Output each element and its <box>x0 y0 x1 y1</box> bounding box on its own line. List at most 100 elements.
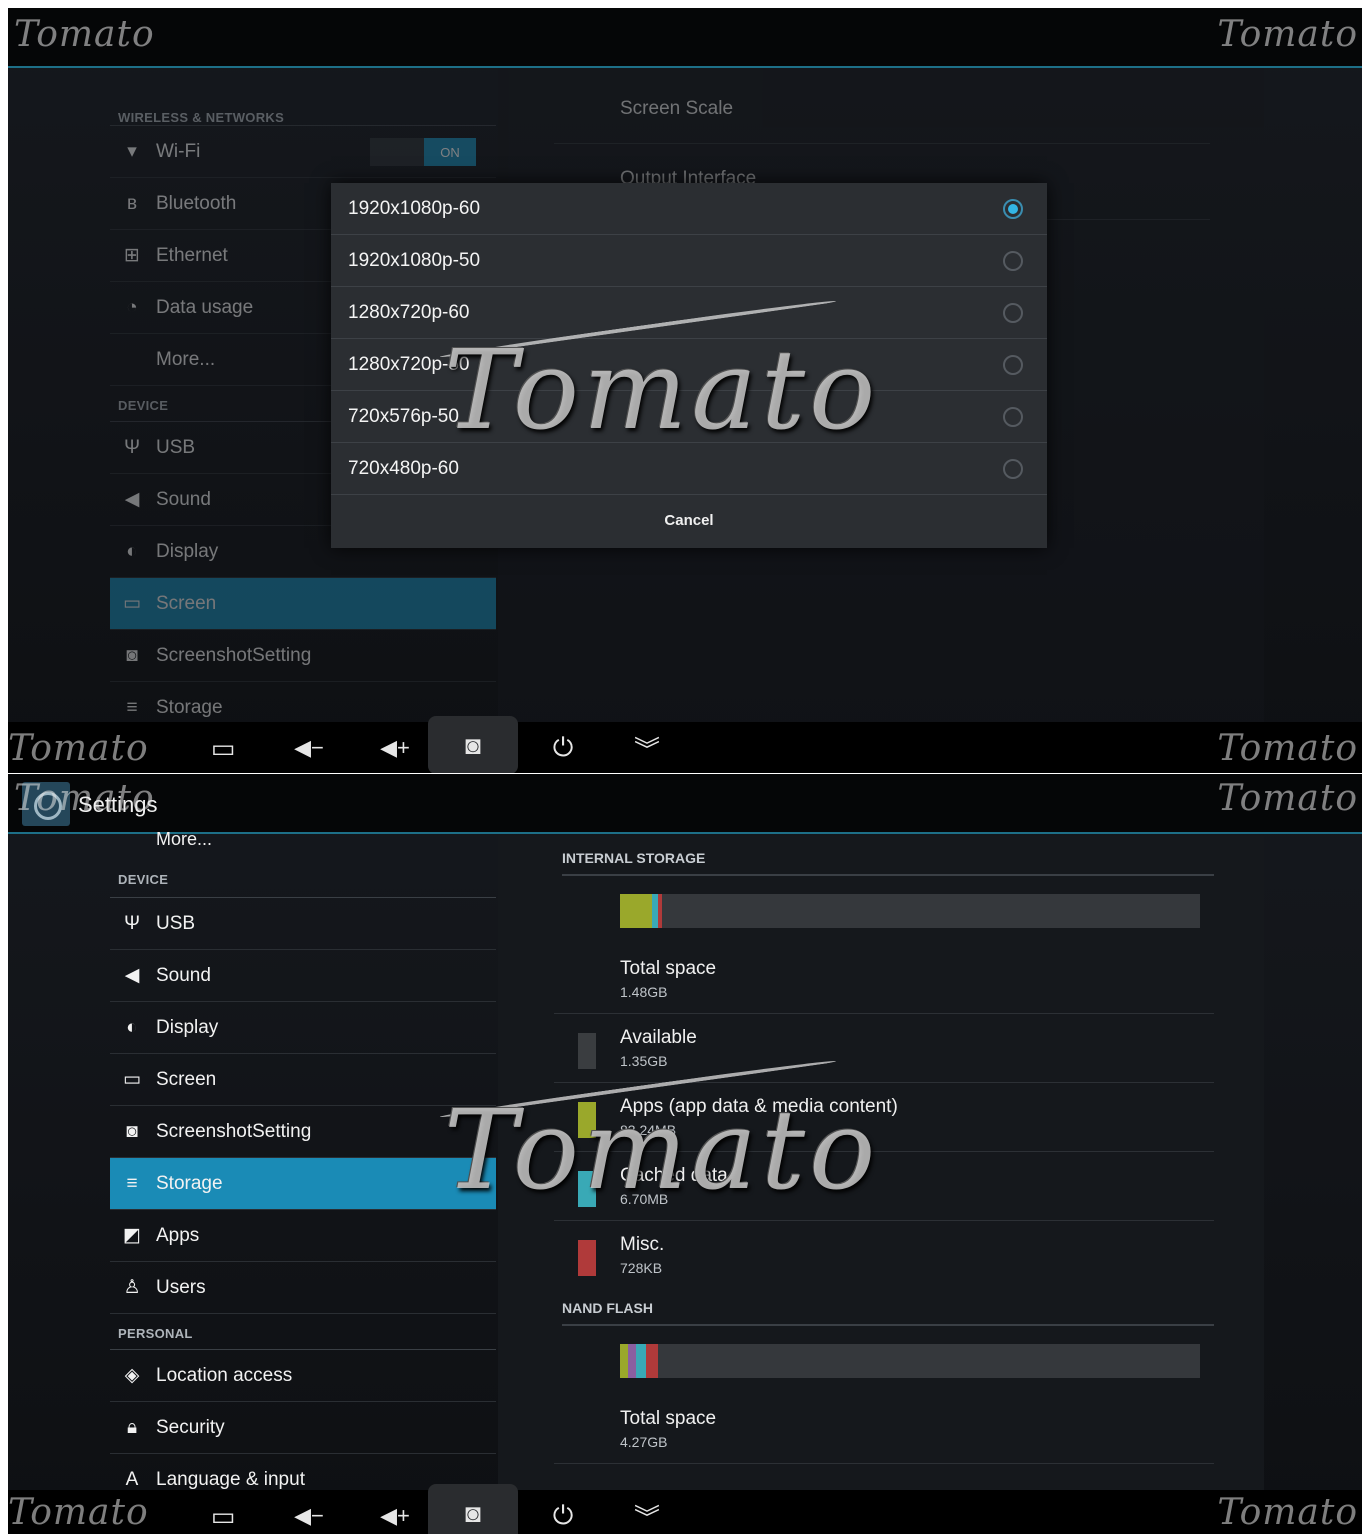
storage-row[interactable]: Available 1.35GB <box>554 1015 1214 1083</box>
section-header-personal: PERSONAL <box>110 1314 496 1350</box>
bluetooth-icon: ʙ <box>126 192 138 214</box>
sidebar-item-screenshotsetting[interactable]: ◙ ScreenshotSetting <box>110 630 496 682</box>
screenshot-icon[interactable]: ◙ <box>428 716 518 773</box>
sound-icon: ◀ <box>124 489 140 510</box>
sidebar-item-storage[interactable]: ≡ Storage <box>110 1158 496 1210</box>
sidebar-item-label: Wi-Fi <box>156 140 201 162</box>
bar-segment-apps <box>620 894 652 928</box>
radio-icon[interactable] <box>1003 459 1023 479</box>
sidebar-item-screen[interactable]: ▭ Screen <box>110 1054 496 1106</box>
sidebar-item-usb[interactable]: Ψ USB <box>110 898 496 950</box>
storage-row-value: 4.27GB <box>620 1434 668 1450</box>
camera-icon: ◙ <box>126 644 138 666</box>
volume-up-icon[interactable]: ◀+ <box>370 728 420 768</box>
sidebar-item-label: Apps <box>156 1224 200 1246</box>
section-header-wireless: WIRELESS & NETWORKS <box>110 90 496 126</box>
wifi-toggle[interactable]: ON <box>370 138 476 166</box>
settings-app-icon[interactable] <box>22 782 70 826</box>
watermark-nav-right: Tomato <box>1217 728 1358 769</box>
radio-icon[interactable] <box>1003 355 1023 375</box>
radio-icon[interactable] <box>1003 251 1023 271</box>
nand-flash-header: NAND FLASH <box>562 1300 1214 1326</box>
storage-row-value: 728KB <box>620 1260 663 1276</box>
storage-row-value: 1.35GB <box>620 1053 668 1069</box>
app-title: Settings <box>78 792 158 817</box>
power-icon[interactable]: ⏻ <box>538 728 588 768</box>
sidebar-item-label: USB <box>156 912 196 934</box>
sidebar-item-label: Display <box>156 540 219 562</box>
sidebar-item-label: Location access <box>156 1364 293 1386</box>
navigation-bar: Tomato Tomato ▭ ◀− ◀+ ◙ ⏻ ︾ <box>8 1484 1362 1534</box>
resolution-option[interactable]: 1920x1080p-60 <box>331 183 1047 235</box>
resolution-option[interactable]: 1280x720p-60 <box>331 287 1047 339</box>
collapse-icon[interactable]: ︾ <box>622 728 672 768</box>
sidebar-item-users[interactable]: ♙ Users <box>110 1262 496 1314</box>
sidebar-item-label: Storage <box>156 1172 223 1194</box>
volume-up-icon[interactable]: ◀+ <box>370 1496 420 1534</box>
sidebar-item-label: Security <box>156 1416 225 1438</box>
storage-row[interactable]: Cached data 6.70MB <box>554 1153 1214 1221</box>
sidebar-item-screenshotsetting[interactable]: ◙ ScreenshotSetting <box>110 1106 496 1158</box>
option-label: 1280x720p-50 <box>348 353 470 375</box>
option-label: 1920x1080p-60 <box>348 197 481 219</box>
option-label: 1920x1080p-50 <box>348 249 481 271</box>
resolution-option[interactable]: 1280x720p-50 <box>331 339 1047 391</box>
storage-icon: ≡ <box>126 696 138 718</box>
storage-row[interactable]: Misc. 728KB <box>554 1222 1214 1290</box>
resolution-option[interactable]: 1920x1080p-50 <box>331 235 1047 287</box>
cached-swatch <box>578 1171 596 1207</box>
radio-icon[interactable] <box>1003 407 1023 427</box>
recent-apps-icon[interactable]: ▭ <box>198 728 248 768</box>
sidebar-item-apps[interactable]: ◩ Apps <box>110 1210 496 1262</box>
sidebar-item-label: Language & input <box>156 1468 305 1490</box>
cancel-button[interactable]: Cancel <box>331 495 1047 545</box>
storage-row-label: Total space <box>620 1408 717 1429</box>
sidebar-item-wifi[interactable]: ▾ Wi-Fi ON <box>110 126 496 178</box>
option-label: 1280x720p-60 <box>348 301 470 323</box>
storage-row[interactable]: Total space 1.48GB <box>554 946 1214 1014</box>
recent-apps-icon[interactable]: ▭ <box>198 1496 248 1534</box>
bar-segment-apps <box>620 1344 628 1378</box>
usb-icon: Ψ <box>124 912 140 934</box>
sidebar-item-label: ScreenshotSetting <box>156 1120 312 1142</box>
sidebar-item-display[interactable]: ◐ Display <box>110 1002 496 1054</box>
resolution-option[interactable]: 720x480p-60 <box>331 443 1047 495</box>
volume-down-icon[interactable]: ◀− <box>284 1496 334 1534</box>
watermark-nav-right: Tomato <box>1217 1492 1358 1533</box>
sidebar-item-label: Ethernet <box>156 244 228 266</box>
sidebar-item-location[interactable]: ◈ Location access <box>110 1350 496 1402</box>
storage-pane: INTERNAL STORAGE Total space 1.48GB Avai… <box>498 836 1264 1534</box>
sidebar-item-label: Sound <box>156 488 211 510</box>
location-icon: ◈ <box>124 1365 140 1386</box>
top-screen: Tomato Tomato WIRELESS & NETWORKS ▾ Wi-F… <box>8 8 1362 773</box>
collapse-icon[interactable]: ︾ <box>622 1496 672 1534</box>
power-icon[interactable]: ⏻ <box>538 1496 588 1534</box>
screen-icon: ▭ <box>123 1069 141 1090</box>
sidebar-item-security[interactable]: 🔒︎ Security <box>110 1402 496 1454</box>
watermark-nav-left: Tomato <box>8 728 149 769</box>
sidebar-item-label: More... <box>156 828 213 849</box>
storage-row-label: Misc. <box>620 1234 665 1255</box>
storage-row[interactable]: Apps (app data & media content) 83.24MB <box>554 1084 1214 1152</box>
resolution-option[interactable]: 720x576p-50 <box>331 391 1047 443</box>
sidebar-item-label: More... <box>156 348 216 370</box>
storage-row[interactable]: Total space 4.27GB <box>554 1396 1214 1464</box>
ethernet-icon: ⊞ <box>124 245 140 266</box>
navigation-bar: Tomato Tomato ▭ ◀− ◀+ ◙ ⏻ ︾ <box>8 716 1362 773</box>
bar-segment-misc <box>646 1344 658 1378</box>
display-icon: ◐ <box>126 1016 138 1038</box>
volume-down-icon[interactable]: ◀− <box>284 728 334 768</box>
resolution-dialog: 1920x1080p-60 1920x1080p-50 1280x720p-60… <box>331 183 1047 548</box>
radio-icon[interactable] <box>1003 303 1023 323</box>
radio-selected-icon[interactable] <box>1003 199 1023 219</box>
settings-list: More... DEVICE Ψ USB ◀ Sound ◐ Display ▭… <box>110 826 496 1506</box>
internal-storage-bar <box>620 894 1200 928</box>
sidebar-item-more[interactable]: More... <box>110 826 496 852</box>
storage-row-label: Cached data <box>620 1165 728 1186</box>
sidebar-item-screen[interactable]: ▭ Screen <box>110 578 496 630</box>
screenshot-icon[interactable]: ◙ <box>428 1484 518 1534</box>
option-label: 720x576p-50 <box>348 405 459 427</box>
sidebar-item-sound[interactable]: ◀ Sound <box>110 950 496 1002</box>
pref-screen-scale[interactable]: Screen Scale <box>554 88 1210 144</box>
sidebar-item-label: Screen <box>156 592 217 614</box>
